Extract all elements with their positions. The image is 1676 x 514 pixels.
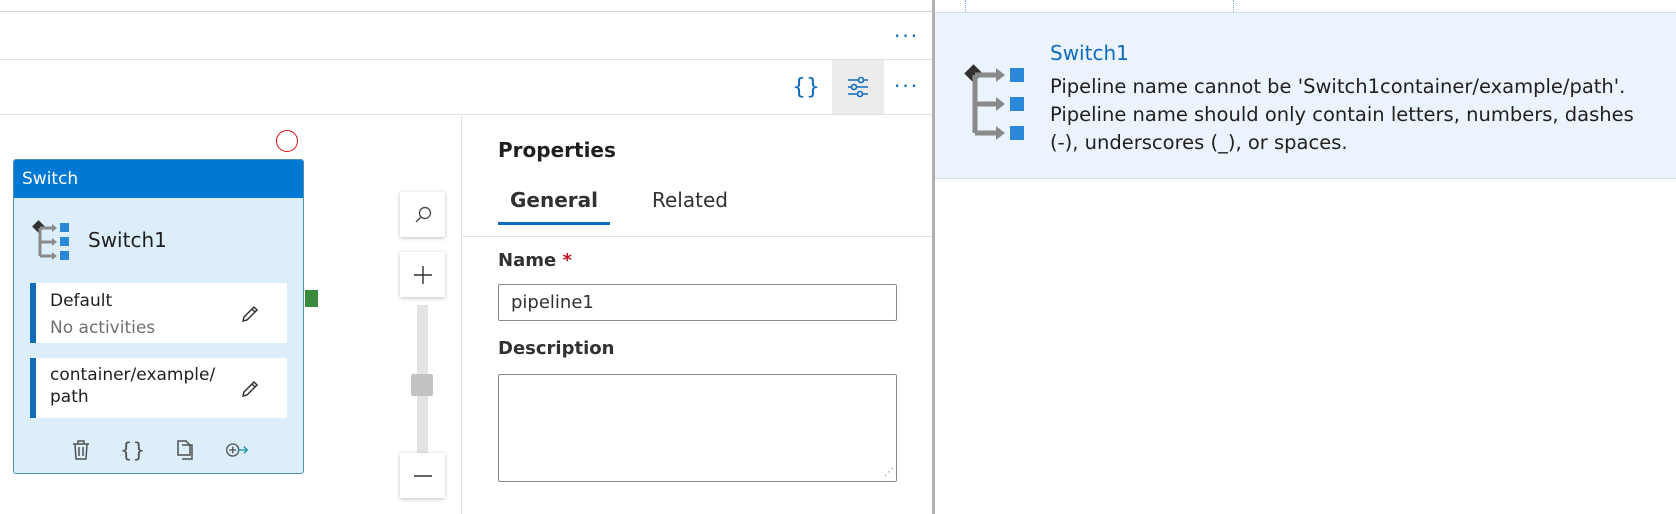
delete-button[interactable]	[68, 437, 94, 463]
add-output-icon	[225, 443, 248, 457]
validation-error-item[interactable]: Switch1 Pipeline name cannot be 'Switch1…	[935, 12, 1676, 179]
tab-general[interactable]: General	[498, 188, 610, 225]
zoom-to-fit-button[interactable]	[400, 192, 445, 237]
copy-button[interactable]	[172, 437, 198, 463]
description-field-label: Description	[498, 338, 615, 359]
validation-pane: Switch1 Pipeline name cannot be 'Switch1…	[935, 0, 1676, 514]
zoom-in-button[interactable]	[400, 252, 445, 297]
case-sublabel: No activities	[50, 318, 156, 338]
properties-tabs: General Related	[498, 188, 740, 225]
switch-icon	[32, 220, 69, 260]
top-toolbar: ···	[0, 12, 932, 60]
code-view-button[interactable]: {}	[780, 60, 832, 114]
view-code-button[interactable]: {}	[120, 437, 146, 463]
properties-sliders-icon	[848, 76, 868, 98]
edit-pencil-icon[interactable]	[239, 378, 261, 400]
pipeline-name-input[interactable]	[498, 284, 897, 321]
switch-activity-title: Switch1	[30, 218, 167, 262]
tabs-divider	[462, 236, 933, 237]
dotted-guide	[965, 0, 966, 12]
add-output-button[interactable]	[224, 437, 250, 463]
search-icon	[415, 206, 431, 222]
switch-case-default[interactable]: Default No activities	[30, 283, 287, 343]
top-strip	[0, 0, 932, 12]
validation-error-indicator[interactable]	[276, 130, 298, 152]
switch-case-path[interactable]: container/example/ path	[30, 358, 287, 418]
required-mark: *	[562, 250, 572, 271]
name-label-text: Name	[498, 250, 557, 271]
edit-pencil-icon[interactable]	[239, 303, 261, 325]
success-output-port[interactable]	[305, 290, 318, 307]
switch-activity-card[interactable]: Switch Switch1 Default No activities con…	[13, 159, 304, 474]
zoom-out-button[interactable]	[400, 453, 445, 498]
code-icon: {}	[119, 438, 146, 462]
activity-actions: {}	[14, 437, 303, 463]
properties-panel: Properties General Related Name * Descri…	[461, 116, 933, 514]
minus-icon	[413, 474, 432, 477]
case-label: Default	[50, 291, 113, 311]
error-activity-link[interactable]: Switch1	[1050, 41, 1129, 65]
switch-activity-name: Switch1	[88, 228, 167, 252]
canvas-more-options-button[interactable]: ···	[894, 76, 919, 96]
canvas-toolbar: {} ···	[0, 60, 932, 115]
error-message: Pipeline name cannot be 'Switch1containe…	[1050, 75, 1634, 154]
switch-icon	[964, 64, 1024, 140]
delete-icon	[72, 440, 89, 460]
description-textarea[interactable]	[498, 374, 897, 482]
code-icon: {}	[792, 74, 820, 100]
case-label: container/example/ path	[50, 365, 216, 407]
name-field-label: Name *	[498, 250, 572, 271]
tab-related[interactable]: Related	[640, 188, 740, 225]
switch-activity-header: Switch	[14, 160, 303, 198]
pipeline-canvas[interactable]: Switch Switch1 Default No activities con…	[0, 116, 461, 514]
copy-icon	[176, 440, 193, 460]
plus-icon	[413, 265, 432, 284]
properties-title: Properties	[498, 138, 616, 162]
pipeline-editor: ··· {} ··· Switch Switch1 Default No act…	[0, 0, 1676, 514]
zoom-slider-thumb[interactable]	[411, 374, 433, 397]
dotted-guide	[1233, 0, 1234, 12]
more-options-button[interactable]: ···	[894, 26, 919, 46]
properties-toggle-button[interactable]	[832, 60, 884, 114]
resize-grip-icon[interactable]: ⋰	[884, 468, 896, 480]
